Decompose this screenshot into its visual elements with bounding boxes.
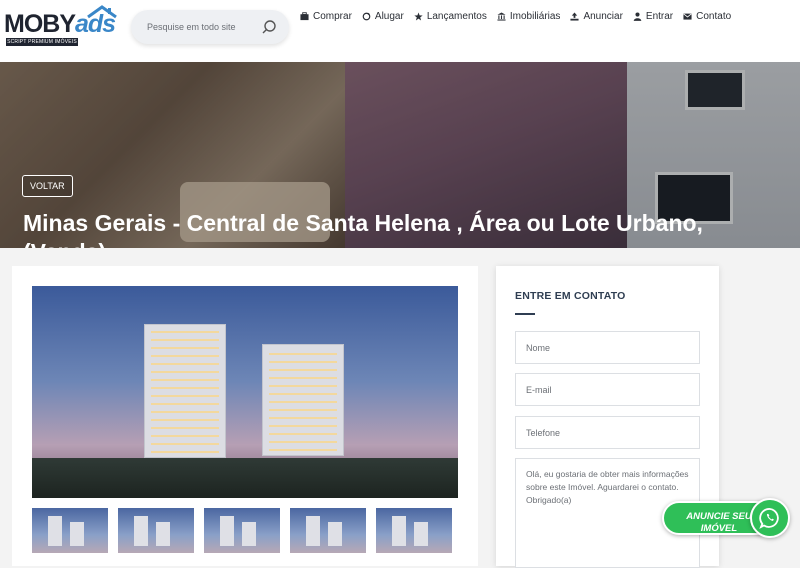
email-field[interactable] <box>515 373 700 406</box>
main-photo[interactable] <box>32 286 458 498</box>
user-icon <box>633 12 642 21</box>
page-title: Minas Gerais - Central de Santa Helena ,… <box>23 210 703 248</box>
whatsapp-advertise-button[interactable]: ANUNCIE SEU IMÓVEL <box>662 497 790 539</box>
site-logo[interactable]: MOBYads SCRIPT PREMIUM IMÓVEIS <box>4 4 117 50</box>
back-button[interactable]: VOLTAR <box>22 175 73 197</box>
main-nav: Comprar Alugar Lançamentos Imobiliárias … <box>300 11 731 22</box>
nav-lancamentos[interactable]: Lançamentos <box>414 11 487 22</box>
nav-imobiliarias[interactable]: Imobiliárias <box>497 11 561 22</box>
site-header: MOBYads SCRIPT PREMIUM IMÓVEIS Comprar A… <box>0 0 800 62</box>
refresh-icon <box>362 12 371 21</box>
nav-label: Contato <box>696 11 732 22</box>
nav-label: Entrar <box>645 11 674 22</box>
ground <box>32 458 458 498</box>
thumbnail[interactable] <box>290 508 366 553</box>
nav-entrar[interactable]: Entrar <box>633 11 673 22</box>
nav-label: Alugar <box>374 11 404 22</box>
nav-alugar[interactable]: Alugar <box>362 11 404 22</box>
nav-anunciar[interactable]: Anunciar <box>570 11 623 22</box>
briefcase-icon <box>300 12 309 21</box>
house-icon <box>87 5 117 19</box>
nav-comprar[interactable]: Comprar <box>300 11 352 22</box>
thumbnail[interactable] <box>32 508 108 553</box>
name-field[interactable] <box>515 331 700 364</box>
nav-label: Anunciar <box>583 11 623 22</box>
search-input[interactable] <box>147 19 257 35</box>
nav-label: Lançamentos <box>426 11 487 22</box>
nav-label: Imobiliárias <box>509 11 561 22</box>
search-icon[interactable] <box>261 19 277 35</box>
title-underline <box>515 313 535 315</box>
listing-card <box>12 266 478 566</box>
whatsapp-icon <box>750 498 790 538</box>
search-box <box>131 10 289 44</box>
bank-icon <box>497 12 506 21</box>
thumbnail[interactable] <box>118 508 194 553</box>
thumbnail[interactable] <box>204 508 280 553</box>
photo-thumbnails <box>32 508 452 553</box>
building-right <box>262 344 344 456</box>
upload-icon <box>570 12 579 21</box>
thumbnail[interactable] <box>376 508 452 553</box>
nav-label: Comprar <box>313 11 352 22</box>
star-icon <box>414 12 423 21</box>
contact-title: ENTRE EM CONTATO <box>515 290 626 302</box>
logo-tagline: SCRIPT PREMIUM IMÓVEIS <box>6 38 78 46</box>
hero-banner: VOLTAR Minas Gerais - Central de Santa H… <box>0 62 800 248</box>
building-left <box>144 324 226 458</box>
nav-contato[interactable]: Contato <box>683 11 731 22</box>
envelope-icon <box>683 13 692 20</box>
phone-field[interactable] <box>515 416 700 449</box>
